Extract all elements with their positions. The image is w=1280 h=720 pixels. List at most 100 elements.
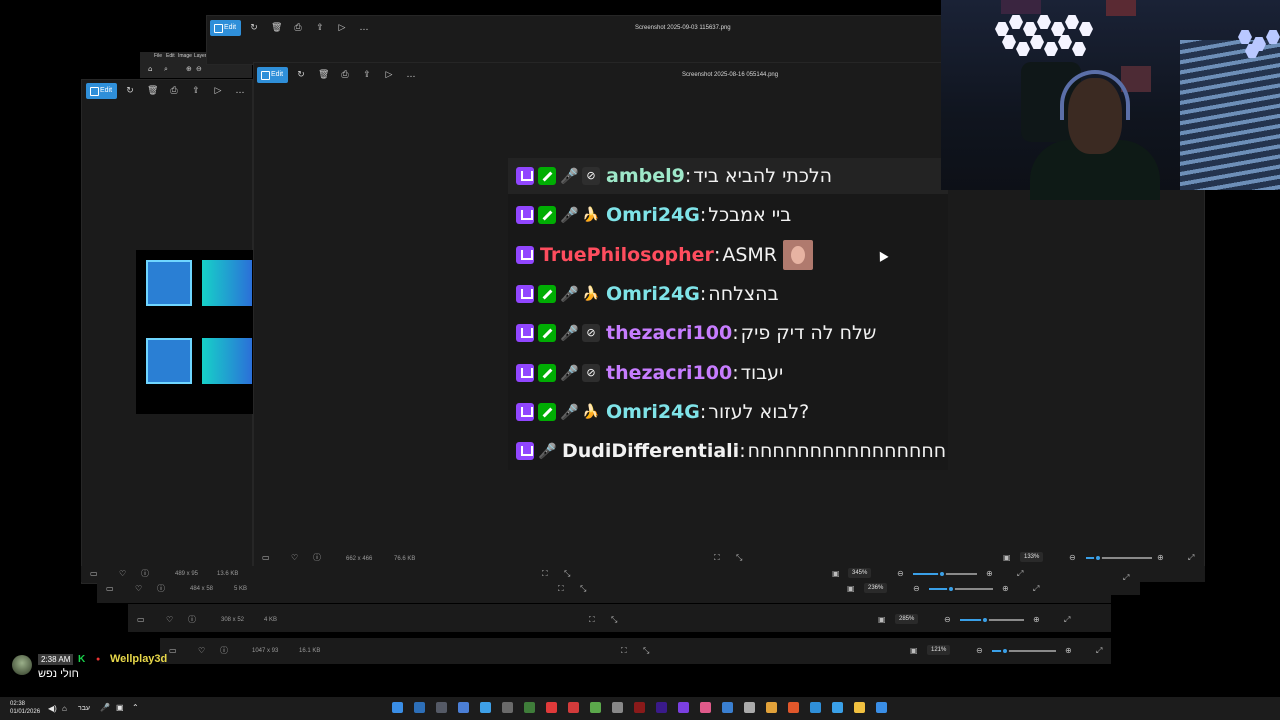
zoom-level[interactable]: 133% [1020, 552, 1044, 562]
fit-icon[interactable]: ⛶ [714, 554, 720, 562]
zoom-out-icon[interactable]: ⊖ [1069, 554, 1076, 562]
taskbar-app-icon[interactable] [480, 702, 491, 713]
zoom-level[interactable]: 236% [864, 583, 888, 593]
mic-icon[interactable]: 🎤 [100, 703, 110, 712]
more-icon[interactable]: … [235, 86, 245, 96]
share-icon[interactable]: ⇪ [191, 86, 201, 96]
zoom-icon[interactable]: ⌕ [164, 65, 168, 74]
zoom-in-icon[interactable]: ⊕ [1033, 616, 1040, 624]
taskbar-app-icon[interactable] [832, 702, 843, 713]
taskbar-app-icon[interactable] [458, 702, 469, 713]
zoom-slider[interactable] [960, 616, 1024, 624]
slideshow-icon[interactable]: ▷ [213, 86, 223, 96]
actual-size-icon[interactable]: ⤡ [564, 570, 570, 578]
filmstrip-icon[interactable]: ▭ [90, 570, 98, 578]
zoom-level[interactable]: 121% [927, 645, 951, 655]
taskbar-app-icon[interactable] [502, 702, 513, 713]
zoom-slider-knob[interactable] [947, 585, 955, 593]
zoom-out-icon[interactable]: ⊖ [913, 585, 920, 593]
taskbar-app-icon[interactable] [634, 702, 645, 713]
actual-size-icon[interactable]: ⤡ [580, 585, 586, 593]
edit-button[interactable]: Edit [257, 67, 289, 83]
zoom-out-icon[interactable]: ⊖ [196, 65, 202, 73]
zoom-slider-knob[interactable] [1001, 647, 1009, 655]
zoom-out-icon[interactable]: ⊖ [976, 647, 983, 655]
taskbar-app-icon[interactable] [612, 702, 623, 713]
filmstrip-icon[interactable]: ▭ [137, 616, 145, 624]
taskbar-app-icon[interactable] [590, 702, 601, 713]
taskbar-app-icon[interactable] [766, 702, 777, 713]
print-icon[interactable]: ⎙ [293, 23, 303, 33]
taskbar-app-icon[interactable] [678, 702, 689, 713]
filmstrip-icon[interactable]: ▭ [106, 585, 114, 593]
zoom-slider-knob[interactable] [1094, 554, 1102, 562]
zoom-in-icon[interactable]: ⊕ [1157, 554, 1164, 562]
rotate-icon[interactable]: ↻ [249, 23, 259, 33]
zoom-level[interactable]: 345% [848, 568, 872, 578]
taskbar-app-icon[interactable] [436, 702, 447, 713]
favorite-icon[interactable]: ♡ [291, 554, 298, 562]
zoom-in-icon[interactable]: ⊕ [1065, 647, 1072, 655]
fit-icon[interactable]: ⛶ [621, 647, 627, 655]
actual-size-icon[interactable]: ⤡ [736, 554, 742, 562]
fullscreen-icon[interactable]: ⤢ [1123, 574, 1129, 582]
actual-size-icon[interactable]: ⤡ [643, 647, 649, 655]
fit-window-icon[interactable]: ▣ [847, 585, 855, 593]
volume-icon[interactable]: ◀) [48, 704, 57, 713]
edit-button[interactable]: Edit [210, 20, 242, 36]
taskbar-app-icon[interactable] [788, 702, 799, 713]
filmstrip-icon[interactable]: ▭ [169, 647, 177, 655]
zoom-in-icon[interactable]: ⊕ [186, 65, 192, 73]
rotate-icon[interactable]: ↻ [125, 86, 135, 96]
zoom-slider-knob[interactable] [981, 616, 989, 624]
zoom-slider-knob[interactable] [938, 570, 946, 578]
fullscreen-icon[interactable]: ⤢ [1064, 616, 1070, 624]
taskbar-app-icon[interactable] [524, 702, 535, 713]
taskbar-app-icon[interactable] [414, 702, 425, 713]
tray-expand-icon[interactable]: ⌃ [132, 703, 139, 712]
zoom-in-icon[interactable]: ⊕ [1002, 585, 1009, 593]
info-icon[interactable]: ⓘ [313, 554, 321, 562]
zoom-slider[interactable] [929, 585, 993, 593]
home-icon[interactable]: ⌂ [148, 65, 152, 73]
fit-window-icon[interactable]: ▣ [878, 616, 886, 624]
fullscreen-icon[interactable]: ⤢ [1188, 554, 1194, 562]
more-icon[interactable]: … [406, 70, 416, 80]
fit-icon[interactable]: ⛶ [558, 585, 564, 593]
info-icon[interactable]: ⓘ [188, 616, 196, 624]
network-icon[interactable]: ⌂ [62, 704, 67, 713]
tray-icon[interactable]: ▣ [116, 703, 124, 712]
zoom-slider[interactable] [913, 570, 977, 578]
zoom-in-icon[interactable]: ⊕ [986, 570, 993, 578]
info-icon[interactable]: ⓘ [220, 647, 228, 655]
taskbar-app-icon[interactable] [656, 702, 667, 713]
language-indicator[interactable]: עבר [78, 705, 90, 712]
menu-file[interactable]: File [154, 53, 162, 59]
taskbar-app-icon[interactable] [700, 702, 711, 713]
menu-layer[interactable]: Layer [194, 53, 207, 59]
taskbar-app-icon[interactable] [854, 702, 865, 713]
delete-icon[interactable]: 🗑 [318, 70, 329, 80]
rotate-icon[interactable]: ↻ [296, 70, 306, 80]
zoom-out-icon[interactable]: ⊖ [897, 570, 904, 578]
menu-image[interactable]: Image [178, 53, 192, 59]
slideshow-icon[interactable]: ▷ [384, 70, 394, 80]
actual-size-icon[interactable]: ⤡ [611, 616, 617, 624]
favorite-icon[interactable]: ♡ [135, 585, 142, 593]
zoom-level[interactable]: 285% [895, 614, 919, 624]
taskbar-app-icon[interactable] [546, 702, 557, 713]
taskbar-app-icon[interactable] [392, 702, 403, 713]
print-icon[interactable]: ⎙ [169, 86, 179, 96]
fullscreen-icon[interactable]: ⤢ [1033, 585, 1039, 593]
print-icon[interactable]: ⎙ [340, 70, 350, 80]
fullscreen-icon[interactable]: ⤢ [1096, 647, 1102, 655]
edit-button[interactable]: Edit [86, 83, 118, 99]
fit-window-icon[interactable]: ▣ [910, 647, 918, 655]
taskbar-app-icon[interactable] [722, 702, 733, 713]
fullscreen-icon[interactable]: ⤢ [1017, 570, 1023, 578]
delete-icon[interactable]: 🗑 [271, 23, 282, 33]
fit-icon[interactable]: ⛶ [542, 570, 548, 578]
zoom-out-icon[interactable]: ⊖ [944, 616, 951, 624]
favorite-icon[interactable]: ♡ [198, 647, 205, 655]
filmstrip-icon[interactable]: ▭ [262, 554, 270, 562]
